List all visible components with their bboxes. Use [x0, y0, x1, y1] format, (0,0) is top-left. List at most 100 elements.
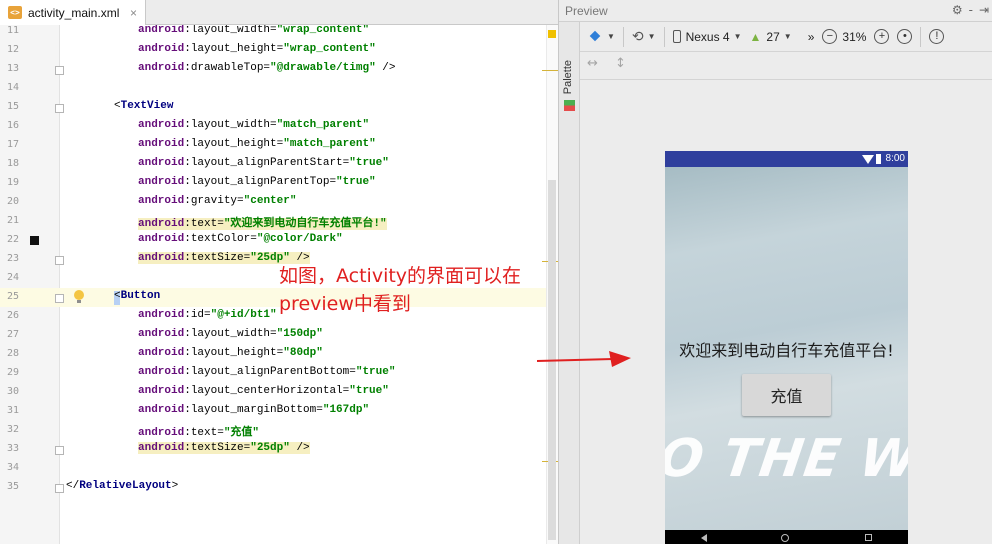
render-errors-button[interactable]: !	[929, 29, 945, 44]
code-token: android	[138, 157, 185, 169]
line-number: 12	[6, 44, 19, 55]
code-token: "167dp"	[322, 404, 370, 416]
code-line[interactable]: 14	[0, 79, 558, 98]
code-line[interactable]: 13 android:drawableTop="@drawable/timg" /…	[0, 60, 558, 79]
code-line[interactable]: 20 android:gravity="center"	[0, 193, 558, 212]
chevron-down-icon: ▼	[647, 32, 656, 41]
zoom-out-button[interactable]: −	[822, 29, 838, 44]
palette-tab[interactable]: Palette	[562, 60, 574, 94]
api-level-selector[interactable]: ▲ 27 ▼	[750, 30, 792, 44]
line-number: 25	[6, 291, 19, 302]
minimize-icon[interactable]: -	[969, 3, 973, 17]
code-token: :layout_marginBottom=	[184, 404, 323, 416]
code-line[interactable]: 15 <TextView	[0, 98, 558, 117]
navigation-bar	[665, 530, 908, 544]
more-actions-button[interactable]: »	[808, 30, 815, 44]
fold-toggle-icon[interactable]	[55, 256, 64, 265]
code-line[interactable]: 22 android:textColor="@color/Dark"	[0, 231, 558, 250]
fold-toggle-icon[interactable]	[55, 484, 64, 493]
fold-toggle-icon[interactable]	[55, 446, 64, 455]
fold-toggle-icon[interactable]	[55, 104, 64, 113]
code-token: :layout_height=	[184, 43, 284, 55]
line-number: 20	[6, 196, 19, 207]
code-text: </RelativeLayout>	[66, 480, 178, 492]
code-line[interactable]: 12 android:layout_height="wrap_content"	[0, 41, 558, 60]
horizontal-resize-icon[interactable]: ↔	[587, 56, 598, 71]
code-line[interactable]: 11 android:layout_width="wrap_content"	[0, 25, 558, 41]
code-token: :text=	[184, 218, 224, 230]
annotation-arrow	[537, 351, 631, 367]
zoom-in-button[interactable]: +	[874, 29, 890, 44]
code-line[interactable]: 29 android:layout_alignParentBottom="true…	[0, 364, 558, 383]
lightbulb-icon[interactable]	[74, 290, 84, 303]
code-token: android	[138, 442, 185, 454]
code-line[interactable]: 35 </RelativeLayout>	[0, 478, 558, 497]
code-token: "欢迎来到电动自行车充值平台!"	[223, 218, 387, 230]
status-time: 8:00	[885, 153, 905, 164]
line-number: 30	[6, 386, 19, 397]
tab-activity-main[interactable]: <> activity_main.xml ×	[0, 0, 146, 25]
preview-secondary-toolbar: ↔ ↕	[580, 52, 992, 80]
back-icon[interactable]	[701, 534, 707, 542]
rotate-icon: ⟲	[631, 28, 644, 44]
close-icon[interactable]: ×	[130, 6, 137, 20]
home-icon[interactable]	[781, 534, 789, 542]
recents-icon[interactable]	[865, 534, 872, 541]
code-token: "150dp"	[276, 328, 323, 340]
fold-toggle-icon[interactable]	[55, 294, 64, 303]
preview-header: Preview ⚙ - ⇥	[559, 0, 992, 22]
status-bar: 8:00	[665, 151, 908, 167]
charge-button[interactable]: 充值	[742, 374, 831, 416]
line-number: 18	[6, 158, 19, 169]
line-number: 24	[6, 272, 19, 283]
code-token: TextView	[120, 100, 174, 112]
code-text: android:layout_height="match_parent"	[138, 138, 376, 150]
code-line[interactable]: 31 android:layout_marginBottom="167dp"	[0, 402, 558, 421]
line-number: 33	[6, 443, 19, 454]
device-preview[interactable]: 8:00 O THE W 欢迎来到电动自行车充值平台! 充值	[665, 151, 908, 544]
code-token: "true"	[336, 176, 376, 188]
toolbar-divider	[663, 26, 665, 47]
code-line[interactable]: 19 android:layout_alignParentTop="true"	[0, 174, 558, 193]
scroll-marker	[542, 70, 558, 71]
code-token: :layout_alignParentBottom=	[184, 366, 356, 378]
orientation-button[interactable]: ⟲ ▼	[632, 28, 656, 45]
toolbar-divider	[622, 26, 624, 47]
code-line[interactable]: 34	[0, 459, 558, 478]
code-token: "80dp"	[283, 347, 323, 359]
code-token: />	[289, 442, 310, 454]
code-line[interactable]: 17 android:layout_height="match_parent"	[0, 136, 558, 155]
code-line[interactable]: 32 android:text="充值"	[0, 421, 558, 440]
zoom-to-fit-button[interactable]: •	[897, 29, 913, 44]
design-surface-button[interactable]: ▼	[588, 31, 615, 43]
code-line[interactable]: 30 android:layout_centerHorizontal="true"	[0, 383, 558, 402]
code-token: "center"	[243, 195, 297, 207]
device-selector[interactable]: Nexus 4 ▼	[672, 30, 742, 44]
code-token: "match_parent"	[283, 138, 376, 150]
code-line[interactable]: 27 android:layout_width="150dp"	[0, 326, 558, 345]
code-token: android	[138, 252, 185, 264]
warning-marker-icon[interactable]	[548, 30, 556, 38]
palette-icon[interactable]	[564, 100, 575, 111]
code-line[interactable]: 16 android:layout_width="match_parent"	[0, 117, 558, 136]
line-number: 14	[6, 82, 19, 93]
vertical-resize-icon[interactable]: ↕	[615, 56, 626, 71]
code-line[interactable]: 33 android:textSize="25dp" />	[0, 440, 558, 459]
code-line[interactable]: 21 android:text="欢迎来到电动自行车充值平台!"	[0, 212, 558, 231]
code-line[interactable]: 18 android:layout_alignParentStart="true"	[0, 155, 558, 174]
code-token: :layout_alignParentTop=	[184, 176, 337, 188]
code-line[interactable]: 28 android:layout_height="80dp"	[0, 345, 558, 364]
code-token: <	[114, 290, 121, 302]
code-token: android	[138, 427, 185, 439]
code-token: :layout_height=	[184, 347, 284, 359]
fold-toggle-icon[interactable]	[55, 66, 64, 75]
code-token: :layout_centerHorizontal=	[184, 385, 350, 397]
code-token: :layout_width=	[184, 328, 277, 340]
settings-icon[interactable]: ⚙	[952, 3, 963, 17]
code-token: android	[138, 25, 185, 36]
line-number: 11	[6, 25, 19, 36]
preview-title: Preview	[565, 4, 608, 18]
hide-panel-icon[interactable]: ⇥	[979, 3, 989, 17]
chevron-down-icon: ▼	[733, 32, 742, 41]
line-number: 32	[6, 424, 19, 435]
